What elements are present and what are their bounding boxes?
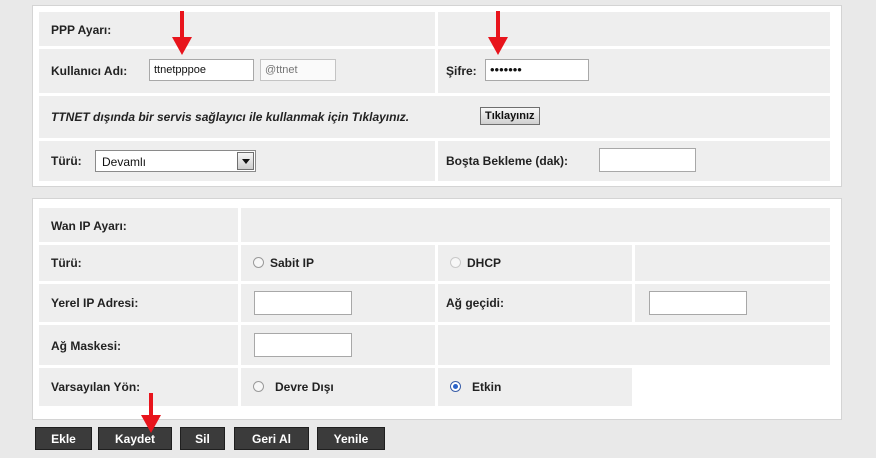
add-button[interactable]: Ekle — [35, 427, 92, 450]
local-ip-input-cell — [241, 284, 435, 322]
ppp-type-label: Türü: — [51, 154, 82, 168]
domain-suffix-field — [260, 59, 336, 81]
route-enabled-cell: Etkin — [438, 368, 632, 406]
click-here-button[interactable]: Tıklayınız — [480, 107, 540, 125]
gateway-label: Ağ geçidi: — [446, 296, 505, 310]
idle-timeout-cell: Boşta Bekleme (dak): — [438, 141, 830, 181]
dhcp-cell: DHCP — [438, 245, 632, 281]
local-ip-label-cell: Yerel IP Adresi: — [39, 284, 238, 322]
wan-title-empty-cell — [241, 208, 830, 242]
annotation-arrow-icon-save — [141, 393, 161, 433]
wan-type-label: Türü: — [51, 256, 82, 270]
route-disabled-radio[interactable] — [253, 381, 264, 392]
wan-type-empty-cell — [635, 245, 830, 281]
dhcp-radio[interactable] — [450, 257, 461, 268]
wan-type-label-cell: Türü: — [39, 245, 238, 281]
chevron-down-icon[interactable] — [237, 152, 254, 170]
ppp-type-selected-value: Devamlı — [102, 155, 147, 169]
wan-title-cell: Wan IP Ayarı: — [39, 208, 238, 242]
route-enabled-label: Etkin — [472, 380, 502, 394]
annotation-arrow-icon-username — [172, 11, 192, 55]
ppp-title-cell: PPP Ayarı: — [39, 12, 435, 46]
gateway-input[interactable] — [649, 291, 747, 315]
refresh-button[interactable]: Yenile — [317, 427, 385, 450]
netmask-empty-cell — [438, 325, 830, 365]
route-disabled-label: Devre Dışı — [275, 380, 334, 394]
local-ip-label: Yerel IP Adresi: — [51, 296, 139, 310]
gateway-input-cell — [635, 284, 830, 322]
username-label: Kullanıcı Adı: — [51, 64, 128, 78]
ppp-settings-panel: PPP Ayarı: Kullanıcı Adı: Şifre: •••••••… — [32, 5, 842, 187]
dhcp-label: DHCP — [467, 256, 502, 270]
netmask-label: Ağ Maskesi: — [51, 339, 122, 353]
gateway-label-cell: Ağ geçidi: — [438, 284, 632, 322]
other-provider-row: TTNET dışında bir servis sağlayıcı ile k… — [39, 96, 830, 138]
username-input[interactable] — [149, 59, 254, 81]
wan-settings-title: Wan IP Ayarı: — [51, 219, 127, 233]
static-ip-radio[interactable] — [253, 257, 264, 268]
ppp-type-select[interactable]: Devamlı — [95, 150, 256, 172]
ppp-settings-title: PPP Ayarı: — [51, 23, 112, 37]
static-ip-label: Sabit IP — [270, 256, 315, 270]
idle-timeout-input[interactable] — [599, 148, 696, 172]
local-ip-input[interactable] — [254, 291, 352, 315]
route-enabled-radio[interactable] — [450, 381, 461, 392]
netmask-label-cell: Ağ Maskesi: — [39, 325, 238, 365]
delete-button[interactable]: Sil — [180, 427, 225, 450]
annotation-arrow-icon-password — [488, 11, 508, 55]
other-provider-text: TTNET dışında bir servis sağlayıcı ile k… — [51, 110, 410, 124]
ppp-type-cell: Türü: Devamlı — [39, 141, 435, 181]
default-route-label: Varsayılan Yön: — [51, 380, 141, 394]
password-input[interactable]: ••••••• — [485, 59, 589, 81]
route-disabled-cell: Devre Dışı — [241, 368, 435, 406]
wan-ip-settings-panel: Wan IP Ayarı: Türü: Sabit IP DHCP Yerel … — [32, 198, 842, 420]
netmask-input-cell — [241, 325, 435, 365]
idle-timeout-label: Boşta Bekleme (dak): — [446, 154, 569, 168]
password-label: Şifre: — [446, 64, 477, 78]
undo-button[interactable]: Geri Al — [234, 427, 309, 450]
static-ip-cell: Sabit IP — [241, 245, 435, 281]
netmask-input[interactable] — [254, 333, 352, 357]
username-cell: Kullanıcı Adı: — [39, 49, 435, 93]
